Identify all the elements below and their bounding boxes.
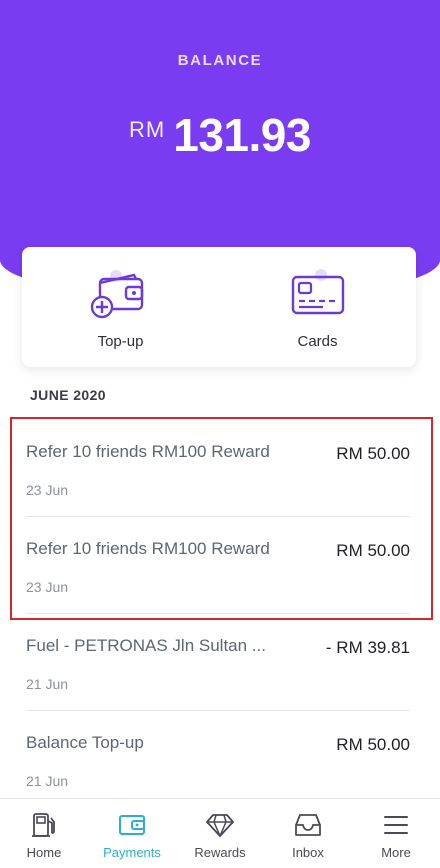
- nav-item-home[interactable]: Home: [0, 799, 88, 868]
- cards-label: Cards: [297, 333, 338, 350]
- transaction-title: Fuel - PETRONAS Jln Sultan ...: [26, 636, 266, 655]
- transaction-amount: RM 50.00: [336, 541, 410, 560]
- nav-label: Payments: [103, 845, 161, 860]
- nav-label: More: [381, 845, 411, 860]
- diamond-icon: [206, 814, 234, 838]
- transaction-date: 23 Jun: [26, 579, 69, 595]
- transaction-date: 21 Jun: [26, 676, 69, 692]
- transaction-amount: RM 50.00: [336, 444, 410, 463]
- transaction-title: Refer 10 friends RM100 Reward: [26, 539, 270, 558]
- transaction-row[interactable]: Refer 10 friends RM100 Reward 23 Jun RM …: [26, 420, 410, 517]
- topup-button[interactable]: Top-up: [22, 247, 219, 367]
- wallet-add-icon: [90, 270, 143, 319]
- nav-item-inbox[interactable]: Inbox: [264, 799, 352, 868]
- month-section-title: JUNE 2020: [30, 387, 106, 403]
- inbox-icon: [295, 814, 321, 836]
- bottom-navigation: Home Payments Rewards Inbox More: [0, 798, 440, 868]
- nav-item-payments[interactable]: Payments: [88, 799, 176, 868]
- topup-label: Top-up: [97, 333, 144, 350]
- nav-item-more[interactable]: More: [352, 799, 440, 868]
- nav-label: Rewards: [194, 845, 246, 860]
- cards-button[interactable]: Cards: [219, 247, 416, 367]
- wallet-icon: [119, 815, 145, 835]
- transaction-date: 23 Jun: [26, 482, 69, 498]
- transaction-title: Refer 10 friends RM100 Reward: [26, 442, 270, 461]
- nav-label: Home: [26, 845, 62, 860]
- card-icon: [291, 269, 344, 315]
- transaction-row[interactable]: Fuel - PETRONAS Jln Sultan ... 21 Jun - …: [26, 614, 410, 711]
- transaction-amount: - RM 39.81: [325, 638, 410, 657]
- quick-actions-card: Top-up Cards: [22, 247, 416, 367]
- fuel-pump-icon: [32, 813, 55, 837]
- transaction-list: Refer 10 friends RM100 Reward 23 Jun RM …: [26, 420, 410, 808]
- transaction-row[interactable]: Refer 10 friends RM100 Reward 23 Jun RM …: [26, 517, 410, 614]
- balance-value: RM 131.93: [0, 108, 440, 162]
- transaction-row[interactable]: Balance Top-up 21 Jun RM 50.00: [26, 711, 410, 808]
- nav-item-rewards[interactable]: Rewards: [176, 799, 264, 868]
- transaction-date: 21 Jun: [26, 773, 69, 789]
- balance-amount: 131.93: [173, 109, 311, 161]
- balance-label: BALANCE: [177, 52, 263, 69]
- transaction-title: Balance Top-up: [26, 733, 144, 752]
- nav-label: Inbox: [292, 845, 324, 860]
- menu-icon: [384, 816, 408, 834]
- transaction-amount: RM 50.00: [336, 735, 410, 754]
- balance-currency: RM: [129, 117, 166, 142]
